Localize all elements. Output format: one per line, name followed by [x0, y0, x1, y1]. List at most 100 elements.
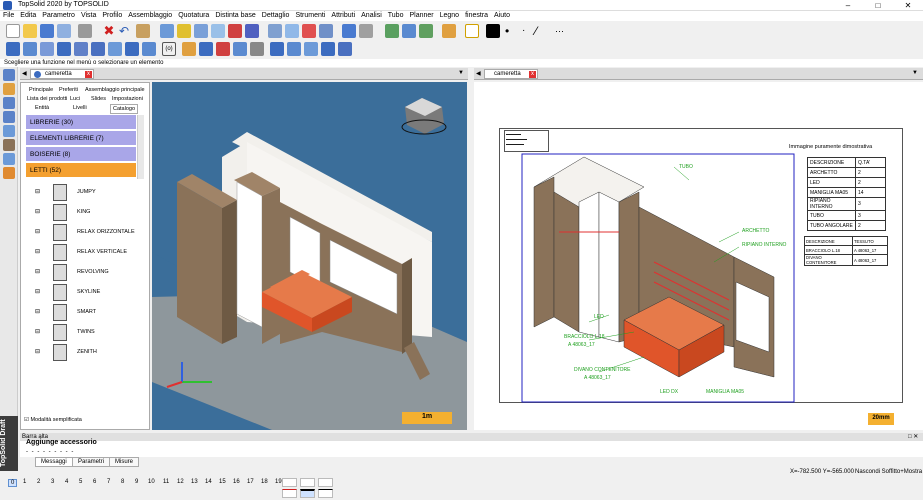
handle-icon[interactable] [250, 42, 264, 56]
pencil-icon[interactable] [177, 24, 191, 38]
shelf-icon[interactable] [40, 42, 54, 56]
menu-strumenti[interactable]: Strumenti [292, 11, 328, 21]
joint-icon[interactable] [142, 42, 156, 56]
layer-16[interactable]: 16 [233, 479, 240, 485]
layer-1[interactable]: 1 [23, 479, 26, 485]
layer-4[interactable]: 4 [65, 479, 68, 485]
zoom-fit-icon[interactable] [402, 24, 416, 38]
tab-messaggi[interactable]: Messaggi [35, 457, 73, 467]
sketch-icon[interactable] [3, 83, 15, 95]
tab-luci[interactable]: Luci [70, 95, 80, 103]
rotate-icon[interactable] [359, 24, 373, 38]
shape-icon[interactable] [3, 97, 15, 109]
tab-misure[interactable]: Misure [109, 457, 140, 467]
cursor-icon[interactable] [160, 24, 174, 38]
dropdown-icon[interactable]: ▼ [458, 70, 464, 76]
wardrobe-icon[interactable] [3, 139, 15, 151]
color-picker-icon[interactable] [486, 24, 500, 38]
line-icon[interactable] [245, 24, 259, 38]
category-boiserie[interactable]: BOISERIE (8) [26, 147, 136, 162]
menu-attributi[interactable]: Attributi [328, 11, 358, 21]
tab-impostazioni[interactable]: Impostazioni [112, 95, 143, 103]
menu-distinta-base[interactable]: Distinta base [212, 11, 258, 21]
close-tab-icon[interactable]: x [85, 71, 92, 78]
menu-file[interactable]: File [0, 11, 17, 21]
category-librerie[interactable]: LIBRERIE (30) [26, 115, 136, 130]
layer-0[interactable]: 0 [8, 479, 18, 487]
close-icon[interactable]: ✕ [893, 0, 923, 11]
drawing-viewport[interactable]: ▬▬▬▬▬ ▬▬▬▬▬▬▬ ▬▬▬▬▬▬ Immagine puramente di… [474, 82, 923, 430]
window-icon[interactable] [211, 24, 225, 38]
menu-finestra[interactable]: finestra [462, 11, 491, 21]
line-style-swatch[interactable] [282, 478, 297, 487]
category-scrollbar[interactable] [137, 115, 144, 179]
layer-11[interactable]: 11 [163, 479, 169, 485]
thin-line-swatch[interactable] [318, 489, 333, 498]
category-letti[interactable]: LETTI (52) [26, 163, 136, 178]
pin-icon[interactable]: ◀ [22, 70, 27, 77]
menu-tubo[interactable]: Tubo [385, 11, 407, 21]
cabinet-icon[interactable] [3, 125, 15, 137]
simplified-mode-checkbox[interactable]: ☑ Modalità semplificata [24, 417, 82, 423]
eraser-icon[interactable] [136, 24, 150, 38]
constraint-icon[interactable] [319, 24, 333, 38]
menu-dettaglio[interactable]: Dettaglio [259, 11, 293, 21]
menu-analisi[interactable]: Analisi [358, 11, 385, 21]
layer-toggle-icon[interactable] [465, 24, 479, 38]
view-mode[interactable]: Nascondi Soffitto+Mostra [855, 467, 922, 477]
line-weight-swatch[interactable] [300, 478, 315, 487]
line-style-icon[interactable]: ⁄ [535, 24, 549, 38]
dot-icon[interactable]: · [522, 24, 536, 38]
point-style-icon[interactable]: • [505, 24, 519, 38]
category-elementi-librerie[interactable]: ELEMENTI LIBRERIE (7) [26, 131, 136, 146]
layer-12[interactable]: 12 [177, 479, 184, 485]
tab-lista-prodotti[interactable]: Lista dei prodotti [27, 95, 67, 103]
close-tab-icon[interactable]: x [529, 71, 536, 78]
layer-8[interactable]: 8 [121, 479, 124, 485]
menu-quotatura[interactable]: Quotatura [175, 11, 212, 21]
select-icon[interactable] [3, 69, 15, 81]
snap-icon[interactable] [228, 24, 242, 38]
sheet-icon[interactable] [287, 42, 301, 56]
layer-14[interactable]: 14 [205, 479, 212, 485]
open-folder-icon[interactable] [23, 24, 37, 38]
bottom-bar-icons[interactable]: □ ✕ [908, 433, 918, 441]
groove-icon[interactable] [108, 42, 122, 56]
layer-6[interactable]: 6 [93, 479, 96, 485]
tab-entita[interactable]: Entità [35, 104, 49, 112]
nest-icon[interactable] [304, 42, 318, 56]
new-file-icon[interactable] [6, 24, 20, 38]
tab-preferiti[interactable]: Preferiti [59, 86, 78, 94]
menu-assemblaggio[interactable]: Assemblaggio [125, 11, 175, 21]
layer-3[interactable]: 3 [51, 479, 54, 485]
view-icon[interactable] [419, 24, 433, 38]
hinge-icon[interactable] [125, 42, 139, 56]
menu-vista[interactable]: Vista [78, 11, 99, 21]
cut-icon[interactable] [74, 42, 88, 56]
assembly-icon[interactable] [270, 42, 284, 56]
menu-profilo[interactable]: Profilo [99, 11, 125, 21]
drill-icon[interactable] [57, 42, 71, 56]
layer-5[interactable]: 5 [79, 479, 82, 485]
layer-15[interactable]: 15 [219, 479, 226, 485]
menu-parametro[interactable]: Parametro [39, 11, 78, 21]
surface-icon[interactable] [3, 111, 15, 123]
dropdown-icon[interactable]: ▼ [912, 70, 918, 76]
minimize-icon[interactable]: – [833, 0, 863, 11]
menu-planner[interactable]: Planner [406, 11, 436, 21]
layer-19[interactable]: 19 [275, 479, 282, 485]
board-icon[interactable] [23, 42, 37, 56]
layer-2[interactable]: 2 [37, 479, 40, 485]
menu-legno[interactable]: Legno [437, 11, 462, 21]
planner-icon[interactable] [3, 153, 15, 165]
print-icon[interactable] [78, 24, 92, 38]
layer-10[interactable]: 10 [148, 479, 155, 485]
tab-assemblaggio-principale[interactable]: Assemblaggio principale [85, 86, 145, 94]
tab-cameretta-left[interactable]: cameretta x [30, 69, 94, 79]
tool-icon[interactable] [194, 24, 208, 38]
dowel-icon[interactable]: (o) [162, 42, 176, 56]
layer-18[interactable]: 18 [261, 479, 268, 485]
save-as-icon[interactable] [57, 24, 71, 38]
export-icon[interactable] [338, 42, 352, 56]
plinth-icon[interactable] [233, 42, 247, 56]
